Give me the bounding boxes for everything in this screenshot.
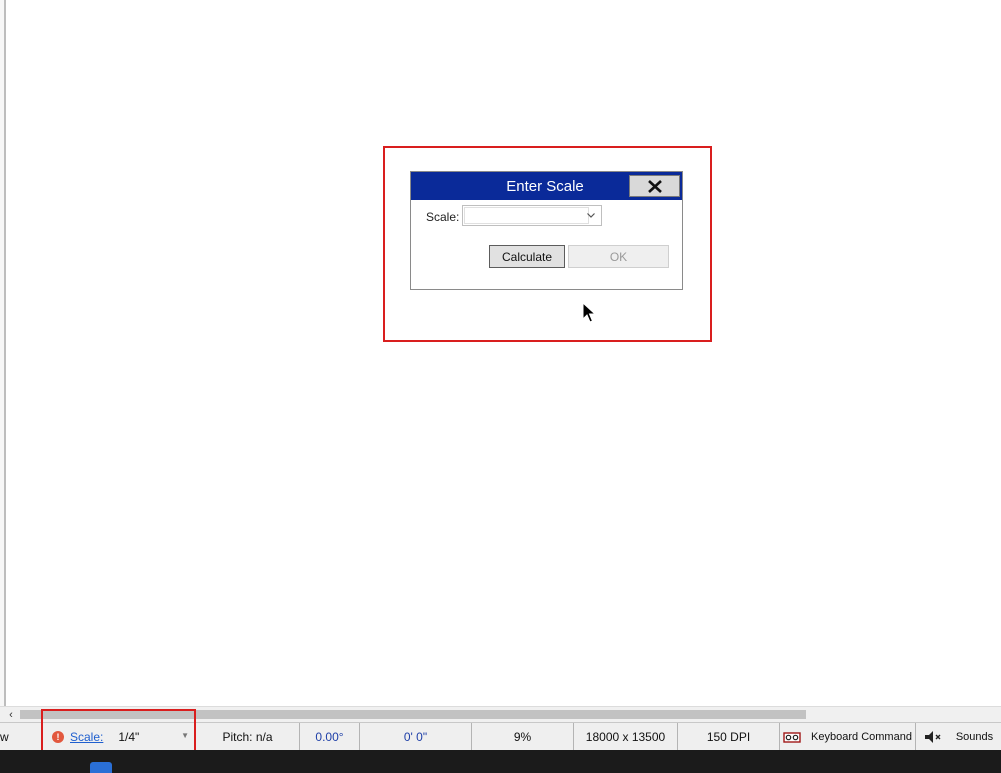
- dimensions-status-cell: 18000 x 13500: [574, 723, 678, 751]
- keyboard-command-cell[interactable]: Keyboard Command: [780, 723, 916, 751]
- taskbar: [0, 750, 1001, 773]
- angle-status-cell: 0.00°: [300, 723, 360, 751]
- keyboard-command-label: Keyboard Command: [811, 731, 912, 743]
- length-status-cell: 0' 0": [360, 723, 472, 751]
- pitch-status-cell: Pitch: n/a: [196, 723, 300, 751]
- drawing-canvas[interactable]: [6, 0, 1001, 706]
- keyboard-icon: [783, 732, 801, 743]
- status-left-fragment: w: [0, 723, 44, 751]
- scroll-left-arrow-icon[interactable]: ‹: [4, 707, 18, 722]
- taskbar-app-icon[interactable]: [90, 762, 112, 773]
- sounds-label: Sounds: [955, 731, 994, 743]
- dpi-status-cell: 150 DPI: [678, 723, 780, 751]
- status-left-text: w: [0, 730, 9, 744]
- zoom-status-cell: 9%: [472, 723, 574, 751]
- speaker-mute-icon: [924, 731, 941, 743]
- dialog-highlight-box: [383, 146, 712, 342]
- sounds-cell[interactable]: Sounds: [916, 723, 1001, 751]
- mouse-cursor-icon: [582, 302, 597, 323]
